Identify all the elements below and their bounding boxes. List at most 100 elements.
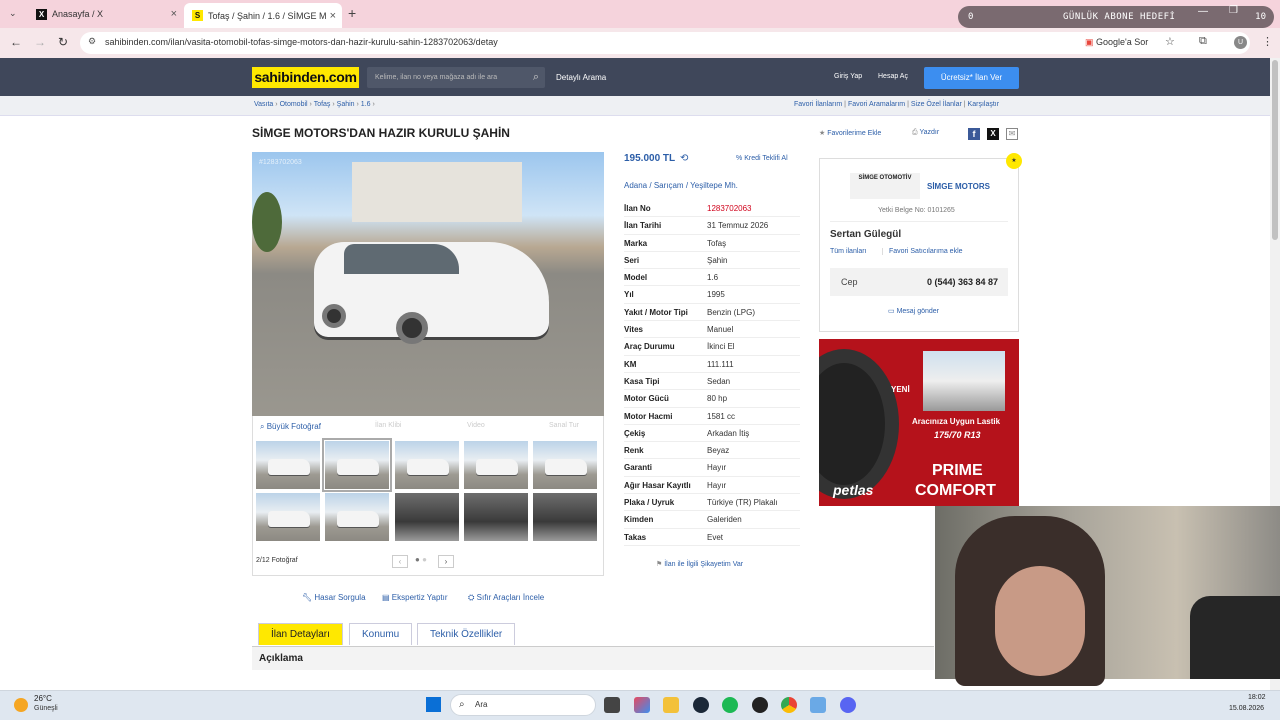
listing-price: 195.000 TL: [624, 153, 676, 164]
detayli-arama-link[interactable]: Detaylı Arama: [556, 73, 606, 82]
site-logo[interactable]: sahibinden.com: [252, 67, 359, 88]
photo-thumbnail[interactable]: [532, 440, 598, 490]
phone-box[interactable]: Cep 0 (544) 363 84 87: [830, 268, 1008, 296]
steam-icon[interactable]: [693, 697, 709, 713]
sanal-tur-tab[interactable]: Sanal Tur: [549, 422, 579, 429]
folder-icon[interactable]: [663, 697, 679, 713]
site-search-input[interactable]: Kelime, ilan no veya mağaza adı ile ara …: [367, 67, 545, 88]
app-icon[interactable]: [752, 697, 768, 713]
close-tab-icon[interactable]: ×: [171, 8, 177, 20]
favori-satici-link[interactable]: Favori Satıcılarıma ekle: [882, 248, 963, 255]
maximize-icon[interactable]: ❐: [1229, 5, 1238, 16]
discord-icon[interactable]: [840, 697, 856, 713]
detail-row: Vites Manuel: [624, 321, 800, 339]
file-explorer-icon[interactable]: [604, 697, 620, 713]
close-tab-icon[interactable]: ×: [330, 10, 336, 22]
photo-thumbnail[interactable]: [255, 492, 321, 542]
photo-thumbnail[interactable]: [255, 440, 321, 490]
facebook-share-icon[interactable]: f: [968, 128, 980, 140]
subnav-favori-aramalar[interactable]: Favori Aramalarım: [848, 101, 905, 108]
store-name[interactable]: SİMGE MOTORS: [927, 182, 990, 191]
search-icon[interactable]: ⌕: [533, 67, 539, 88]
subnav-favori-ilanlar[interactable]: Favori İlanlarım: [794, 101, 842, 108]
new-tab-icon[interactable]: +: [348, 5, 356, 21]
weather-temp[interactable]: 26°C: [34, 694, 52, 703]
price-history-icon[interactable]: ⟲: [680, 153, 688, 164]
weather-icon[interactable]: [14, 698, 28, 712]
clock-time[interactable]: 18:02: [1248, 694, 1266, 701]
seller-person: Sertan Gülegül: [830, 229, 902, 240]
photo-thumbnail-selected[interactable]: [322, 438, 392, 492]
ilan-klibi-tab[interactable]: İlan Klibi: [375, 422, 401, 429]
spotify-icon[interactable]: [722, 697, 738, 713]
breadcrumb-item[interactable]: Şahin: [337, 101, 355, 108]
detail-value: Benzin (LPG): [707, 307, 756, 317]
settings-app-icon[interactable]: [810, 697, 826, 713]
photos-icon[interactable]: [634, 697, 650, 713]
video-tab[interactable]: Video: [467, 422, 485, 429]
prev-page-button[interactable]: ‹: [392, 555, 408, 568]
breadcrumb-item[interactable]: 1.6: [361, 101, 371, 108]
location-il[interactable]: Adana: [624, 181, 647, 190]
tab-teknik-ozellikler[interactable]: Teknik Özellikler: [417, 623, 516, 645]
tab-konumu[interactable]: Konumu: [349, 623, 413, 645]
kredi-teklifi-link[interactable]: % Kredi Teklifi Al: [736, 155, 788, 162]
browser-tab-active[interactable]: S Tofaş / Şahin / 1.6 / SİMGE MOTORS ×: [184, 3, 342, 28]
detail-row: Marka Tofaş: [624, 235, 800, 252]
ilan-ver-button[interactable]: Ücretsiz* İlan Ver: [924, 67, 1019, 89]
main-photo[interactable]: #1283702063: [252, 152, 604, 416]
taskbar-search[interactable]: ⌕ Ara: [450, 694, 596, 716]
ekspertiz-link[interactable]: ▤ Ekspertiz Yaptır: [382, 593, 448, 602]
url-field[interactable]: ⚙ sahibinden.com/ilan/vasita-otomobil-to…: [80, 32, 1250, 54]
back-icon[interactable]: ←: [10, 35, 22, 49]
ad-line1: Aracınıza Uygun Lastik: [912, 417, 1001, 426]
reload-icon[interactable]: ↻: [58, 35, 68, 49]
chrome-icon[interactable]: [781, 697, 797, 713]
tum-ilanlari-link[interactable]: Tüm ilanları: [830, 248, 867, 255]
x-share-icon[interactable]: X: [987, 128, 999, 140]
detail-row: Motor Hacmi 1581 cc: [624, 408, 800, 425]
photo-thumbnail[interactable]: [394, 492, 460, 542]
location-mahalle[interactable]: Yeşiltepe Mh.: [690, 181, 738, 190]
bookmark-star-icon[interactable]: ☆: [1165, 35, 1175, 48]
print-button[interactable]: ⎙ Yazdır: [912, 129, 939, 137]
minimize-icon[interactable]: —: [1198, 6, 1208, 17]
tire-advertisement[interactable]: YENİ Aracınıza Uygun Lastik 175/70 R13 p…: [819, 339, 1019, 506]
breadcrumb-item[interactable]: Otomobil: [280, 101, 308, 108]
windows-start-icon[interactable]: [426, 697, 441, 712]
detail-key: İlan No: [624, 204, 651, 213]
hesap-ac-link[interactable]: Hesap Aç: [878, 73, 908, 80]
detail-row: İlan Tarihi 31 Temmuz 2026: [624, 217, 800, 235]
buyuk-fotograf-tab[interactable]: ⌕ Büyük Fotoğraf: [260, 422, 321, 432]
extensions-icon[interactable]: ⧉: [1199, 35, 1207, 48]
hasar-sorgula-link[interactable]: 🔧︎ Hasar Sorgula: [302, 593, 366, 602]
subnav-size-ozel[interactable]: Size Özel İlanlar: [911, 101, 962, 108]
profile-avatar[interactable]: U: [1234, 36, 1247, 49]
tab-ilan-detaylari[interactable]: İlan Detayları: [258, 623, 343, 645]
photo-thumbnail[interactable]: [463, 440, 529, 490]
sifir-araclar-link[interactable]: ⛭ Sıfır Araçları İncele: [468, 593, 544, 603]
email-share-icon[interactable]: ✉: [1006, 128, 1018, 140]
photo-thumbnail[interactable]: [324, 492, 390, 542]
browser-menu-icon[interactable]: ⋮: [1262, 35, 1273, 48]
photo-thumbnail[interactable]: [394, 440, 460, 490]
next-page-button[interactable]: ›: [438, 555, 454, 568]
breadcrumb-item[interactable]: Vasıta: [254, 101, 273, 108]
google-sor-button[interactable]: ▣ Google'a Sor: [1085, 37, 1148, 48]
forward-icon[interactable]: →: [34, 35, 46, 49]
browser-tab-x[interactable]: X Anasayfa / X ×: [28, 3, 183, 25]
store-logo[interactable]: SİMGE OTOMOTİV: [850, 173, 920, 199]
sikayet-link[interactable]: ⚑ İlan ile İlgili Şikayetim Var: [656, 560, 743, 568]
site-info-icon[interactable]: ⚙: [88, 36, 96, 47]
breadcrumb-item[interactable]: Tofaş: [314, 101, 331, 108]
magnifier-icon: ⌕: [260, 422, 265, 431]
photo-thumbnail[interactable]: [532, 492, 598, 542]
subnav-karsilastir[interactable]: Karşılaştır: [968, 101, 1000, 108]
tab-list-icon[interactable]: ⌄: [9, 8, 17, 19]
detail-key: Araç Durumu: [624, 342, 675, 352]
photo-thumbnail[interactable]: [463, 492, 529, 542]
mesaj-gonder-button[interactable]: ▭ Mesaj gönder: [888, 307, 939, 315]
favorite-button[interactable]: ★ Favorilerime Ekle: [819, 129, 881, 137]
location-ilce[interactable]: Sarıçam: [654, 181, 684, 190]
giris-link[interactable]: Giriş Yap: [834, 73, 862, 80]
